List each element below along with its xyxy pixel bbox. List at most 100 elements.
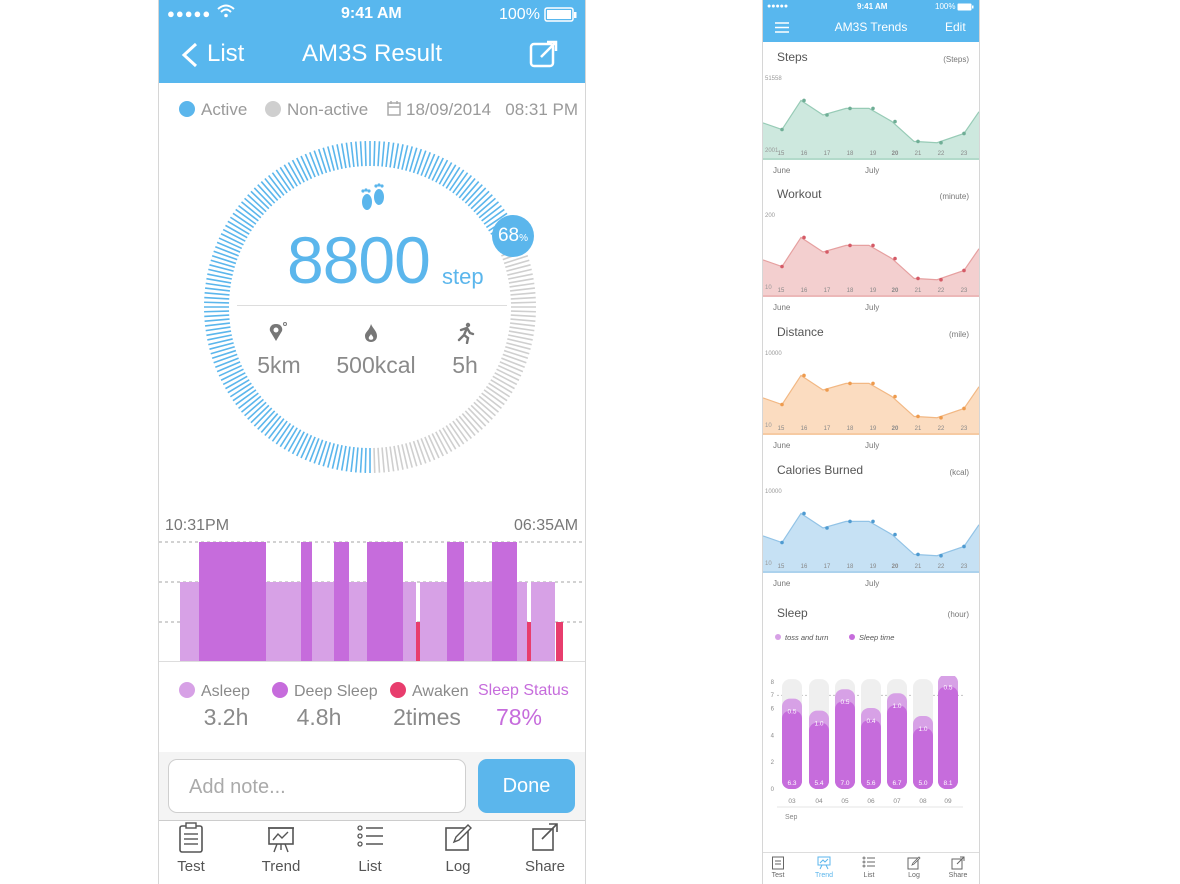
legend-sleep-time-label: Sleep time: [859, 633, 895, 642]
clock: 9:41 AM: [341, 5, 402, 22]
trend-point: [871, 381, 875, 386]
tab-label: Log: [908, 872, 920, 879]
ring-tick: [216, 241, 241, 253]
sleep-bar-sleep: [861, 719, 881, 789]
trend-point: [916, 414, 920, 419]
trend-ymin: 10: [765, 285, 772, 291]
wifi-icon: [217, 4, 235, 23]
tab-trend[interactable]: Trend: [804, 855, 844, 879]
trend-point: [825, 526, 829, 530]
sleep-title: Sleep: [777, 606, 808, 620]
export-icon[interactable]: [529, 39, 559, 69]
legend-awaken: Awaken: [390, 682, 469, 701]
trend-day-label: 20: [892, 426, 899, 432]
sleep-status-label: Sleep Status: [478, 682, 569, 699]
sleep-toss-label: 0.5: [943, 684, 952, 691]
trend-day-label: 15: [778, 288, 785, 294]
trend-point: [893, 256, 897, 261]
tab-share[interactable]: Share: [505, 822, 585, 875]
edit-button[interactable]: Edit: [945, 20, 966, 34]
trend-day-label: 23: [961, 151, 968, 157]
tab-test[interactable]: Test: [763, 855, 798, 879]
ring-tick: [381, 447, 386, 473]
tab-trend[interactable]: Trend: [241, 822, 321, 875]
ring-tick: [309, 152, 320, 176]
tab-log[interactable]: Log: [894, 855, 934, 879]
sleep-start-time: 10:31PM: [165, 517, 230, 534]
ring-tick: [510, 296, 536, 300]
ring-tick: [389, 446, 395, 472]
ring-tick: [510, 291, 536, 296]
tab-share[interactable]: Share: [938, 855, 978, 879]
legend-awaken-label: Awaken: [412, 683, 469, 700]
list-icon: [862, 856, 875, 868]
trend-day-label: 16: [801, 564, 808, 570]
ring-tick: [424, 153, 436, 178]
legend-asleep-label: Asleep: [201, 683, 250, 700]
trend-day-label: 16: [801, 426, 808, 432]
tabbar-divider: [159, 820, 585, 821]
month-label-july: July: [865, 166, 880, 175]
sleep-chart: [159, 541, 585, 661]
ring-tick: [416, 150, 427, 175]
sleep-value-label: 7.0: [840, 780, 849, 787]
tab-test[interactable]: Test: [159, 822, 231, 875]
trend-day-label: 21: [915, 564, 922, 570]
trend-day-label: 21: [915, 426, 922, 432]
trend-day-label: 18: [847, 426, 854, 432]
trend-point: [871, 243, 875, 248]
trend-point: [848, 243, 852, 248]
note-input[interactable]: Add note...: [168, 759, 466, 813]
trend-point: [916, 552, 920, 557]
trend-point: [893, 394, 897, 399]
ring-tick: [313, 439, 324, 464]
ring-tick: [420, 152, 431, 176]
trend-day-label: 16: [801, 288, 808, 294]
trend-unit-0: (Steps): [943, 55, 969, 64]
ring-tick: [385, 446, 390, 473]
ring-tick: [218, 237, 243, 250]
deep-sleep-value: 4.8h: [296, 704, 342, 730]
tab-log[interactable]: Log: [418, 822, 498, 875]
ring-tick: [377, 141, 381, 167]
sleep-y-tick: 7: [771, 693, 775, 699]
tab-label: Share: [948, 872, 968, 879]
result-screen: ●●●●● 9:41 AM 100% List AM3S Result Acti…: [158, 0, 586, 884]
done-button[interactable]: Done: [478, 759, 575, 813]
ring-tick: [359, 447, 363, 473]
ring-tick: [354, 141, 359, 167]
sleep-toss-label: 0.5: [787, 709, 796, 716]
ring-tick: [427, 434, 440, 459]
ring-tick: [345, 142, 351, 168]
ring-tick: [508, 330, 534, 337]
trend-chart-1: 200 10 15 16 17 18 19 20 21 22 23: [763, 213, 979, 297]
ring-tick: [350, 446, 355, 473]
trend-day-label: 22: [938, 564, 945, 570]
ring-tick: [206, 330, 232, 337]
trend-day-label: 23: [961, 564, 968, 570]
ring-tick: [509, 287, 536, 292]
ring-tick: [204, 318, 230, 323]
trend-title-3: Calories Burned: [777, 463, 864, 477]
signal-icon: ●●●●●: [167, 6, 212, 21]
ring-tick: [364, 141, 367, 167]
trend-point: [848, 106, 852, 111]
ring-tick: [364, 447, 367, 473]
share-icon: [532, 823, 558, 851]
ring-tick: [340, 143, 347, 169]
sleep-value-label: 5.6: [866, 780, 875, 787]
trends-screen: ●●●●● 9:41 AM 100% AM3S Trends Edit Step…: [762, 0, 980, 884]
trend-point: [802, 511, 806, 516]
tab-list[interactable]: List: [330, 822, 410, 875]
sleep-bar-sleep: [887, 705, 907, 789]
clock: 9:41 AM: [857, 2, 888, 11]
ring-tick: [416, 439, 427, 464]
trend-ymax: 10000: [765, 351, 782, 357]
sleep-day-label: 04: [815, 798, 823, 805]
legend-deep-sleep: Deep Sleep: [272, 682, 378, 701]
ring-tick: [300, 434, 313, 459]
ring-tick: [204, 296, 230, 300]
tab-list[interactable]: List: [849, 855, 889, 879]
legend-deep-label: Deep Sleep: [294, 683, 378, 700]
ring-tick: [393, 445, 400, 471]
